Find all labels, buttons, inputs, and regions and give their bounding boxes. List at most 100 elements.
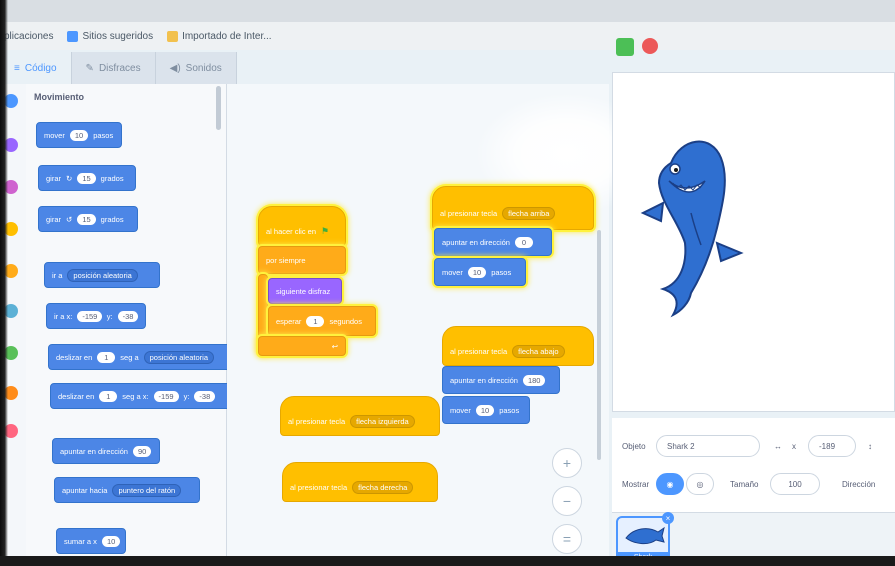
show-label: Mostrar <box>622 480 650 489</box>
hide-sprite-toggle[interactable]: ◎ <box>686 473 714 495</box>
block-text: al presionar tecla <box>290 482 348 492</box>
screen-bezel-bottom <box>0 556 895 566</box>
delete-icon[interactable]: × <box>662 512 674 524</box>
block-glide-to[interactable]: deslizar en 1 seg a posición aleatoria <box>48 344 234 370</box>
block-text: deslizar en <box>58 391 95 401</box>
green-flag-button[interactable] <box>616 38 634 56</box>
tab-sounds[interactable]: ◀) Sonidos <box>155 52 237 84</box>
block-input[interactable]: 15 <box>77 213 96 225</box>
tab-costumes-label: Disfraces <box>98 62 141 74</box>
block-move-steps[interactable]: mover 10 pasos <box>442 396 530 424</box>
show-sprite-toggle[interactable]: ◉ <box>656 473 684 495</box>
block-input[interactable]: -38 <box>194 390 216 402</box>
block-dropdown[interactable]: flecha derecha <box>352 480 414 494</box>
block-text: segundos <box>329 316 362 326</box>
zoom-in-button[interactable]: + <box>552 448 582 478</box>
rotate-left-icon: ↺ <box>66 214 73 224</box>
block-input[interactable]: 1 <box>97 351 116 363</box>
bookmark-icon <box>67 30 79 42</box>
bookmark-imported[interactable]: Importado de Inter... <box>167 30 272 42</box>
block-dropdown[interactable]: flecha abajo <box>512 344 565 358</box>
stop-button[interactable] <box>642 38 658 54</box>
zoom-out-icon: − <box>562 493 572 509</box>
block-when-key-pressed-left[interactable]: al presionar tecla flecha izquierda <box>280 396 440 436</box>
block-text: seg a x: <box>122 391 149 401</box>
block-text: ir a <box>52 270 63 280</box>
stage-canvas[interactable] <box>612 72 895 412</box>
block-point-towards[interactable]: apuntar hacia puntero del ratón <box>54 477 200 503</box>
block-text: apuntar hacia <box>62 485 108 495</box>
palette-scrollbar[interactable] <box>216 86 221 130</box>
block-palette: Movimiento mover 10 pasos girar ↻ 15 gra… <box>26 84 234 566</box>
block-dropdown[interactable]: posición aleatoria <box>67 268 138 282</box>
block-forever[interactable]: por siempre <box>258 246 346 274</box>
block-when-key-pressed-up[interactable]: al presionar tecla flecha arriba <box>432 186 594 230</box>
block-turn-right[interactable]: girar ↻ 15 grados <box>38 165 136 191</box>
block-input[interactable]: 10 <box>475 404 495 416</box>
block-text: pasos <box>491 267 512 277</box>
block-when-flag-clicked[interactable]: al hacer clic en ⚑ <box>258 206 346 246</box>
tab-code[interactable]: ≡ Código <box>0 52 72 84</box>
block-turn-left[interactable]: girar ↺ 15 grados <box>38 206 138 232</box>
zoom-reset-button[interactable]: = <box>552 524 582 554</box>
x-position-field[interactable]: -189 <box>808 435 856 457</box>
block-input[interactable]: 0 <box>514 236 533 248</box>
block-move-steps[interactable]: mover 10 pasos <box>36 122 122 148</box>
block-wait[interactable]: esperar 1 segundos <box>268 306 376 336</box>
block-input[interactable]: -159 <box>153 390 179 402</box>
block-input[interactable]: 10 <box>467 266 487 278</box>
block-text: al presionar tecla <box>440 208 498 218</box>
block-glide-xy[interactable]: deslizar en 1 seg a x: -159 y: -38 <box>50 383 232 409</box>
block-text: grados <box>100 214 124 224</box>
block-input[interactable]: 90 <box>132 445 152 457</box>
block-text: mover <box>44 130 65 140</box>
tab-code-label: Código <box>24 62 57 74</box>
block-point-direction[interactable]: apuntar en dirección 180 <box>442 366 560 394</box>
block-goto[interactable]: ir a posición aleatoria <box>44 262 160 288</box>
block-dropdown[interactable]: puntero del ratón <box>112 483 182 497</box>
block-when-key-pressed-down[interactable]: al presionar tecla flecha abajo <box>442 326 594 366</box>
block-point-direction[interactable]: apuntar en dirección 0 <box>434 228 552 256</box>
block-text: sumar a x <box>64 536 97 546</box>
size-field[interactable]: 100 <box>770 473 820 495</box>
block-input[interactable]: 15 <box>77 172 96 184</box>
zoom-out-button[interactable]: − <box>552 486 582 516</box>
code-icon: ≡ <box>14 62 20 74</box>
block-dropdown[interactable]: flecha izquierda <box>350 414 415 428</box>
block-dropdown[interactable]: posición aleatoria <box>143 350 215 364</box>
block-text: pasos <box>499 405 520 415</box>
loop-arrow-icon: ↩ <box>331 341 338 351</box>
zoom-in-icon: + <box>562 455 572 471</box>
block-input[interactable]: 10 <box>101 535 120 547</box>
block-next-costume[interactable]: siguiente disfraz <box>268 278 342 304</box>
block-goto-xy[interactable]: ir a x: -159 y: -38 <box>46 303 146 329</box>
block-point-direction[interactable]: apuntar en dirección 90 <box>52 438 160 464</box>
green-flag-icon: ⚑ <box>321 225 330 236</box>
block-change-x[interactable]: sumar a x 10 <box>56 528 126 554</box>
sprite-name-value: Shark 2 <box>667 441 695 451</box>
folder-icon <box>167 30 179 42</box>
shark-thumbnail-icon <box>625 526 665 545</box>
block-text: esperar <box>276 316 302 326</box>
block-input[interactable]: 1 <box>99 390 118 402</box>
block-input[interactable]: -38 <box>117 310 138 322</box>
block-move-steps[interactable]: mover 10 pasos <box>434 258 526 286</box>
workspace-scrollbar[interactable] <box>597 230 601 460</box>
block-input[interactable]: -159 <box>77 310 102 322</box>
block-dropdown[interactable]: flecha arriba <box>502 206 556 220</box>
block-text: pasos <box>93 130 114 140</box>
block-input[interactable]: 10 <box>69 129 89 141</box>
bookmark-apps[interactable]: plicaciones <box>4 31 53 42</box>
block-input[interactable]: 1 <box>306 315 325 327</box>
direction-label: Dirección <box>842 480 876 489</box>
block-input[interactable]: 180 <box>522 374 546 386</box>
block-text: y: <box>106 311 113 321</box>
tab-costumes[interactable]: ✎ Disfraces <box>71 52 156 84</box>
sprite-name-field[interactable]: Shark 2 <box>656 435 760 457</box>
block-when-key-pressed-right[interactable]: al presionar tecla flecha derecha <box>282 462 438 502</box>
shark-sprite[interactable] <box>613 73 894 411</box>
bookmark-suggested[interactable]: Sitios sugeridos <box>67 30 153 42</box>
block-text: grados <box>100 173 124 183</box>
block-text: al presionar tecla <box>288 416 346 426</box>
block-text: al hacer clic en <box>266 226 317 236</box>
